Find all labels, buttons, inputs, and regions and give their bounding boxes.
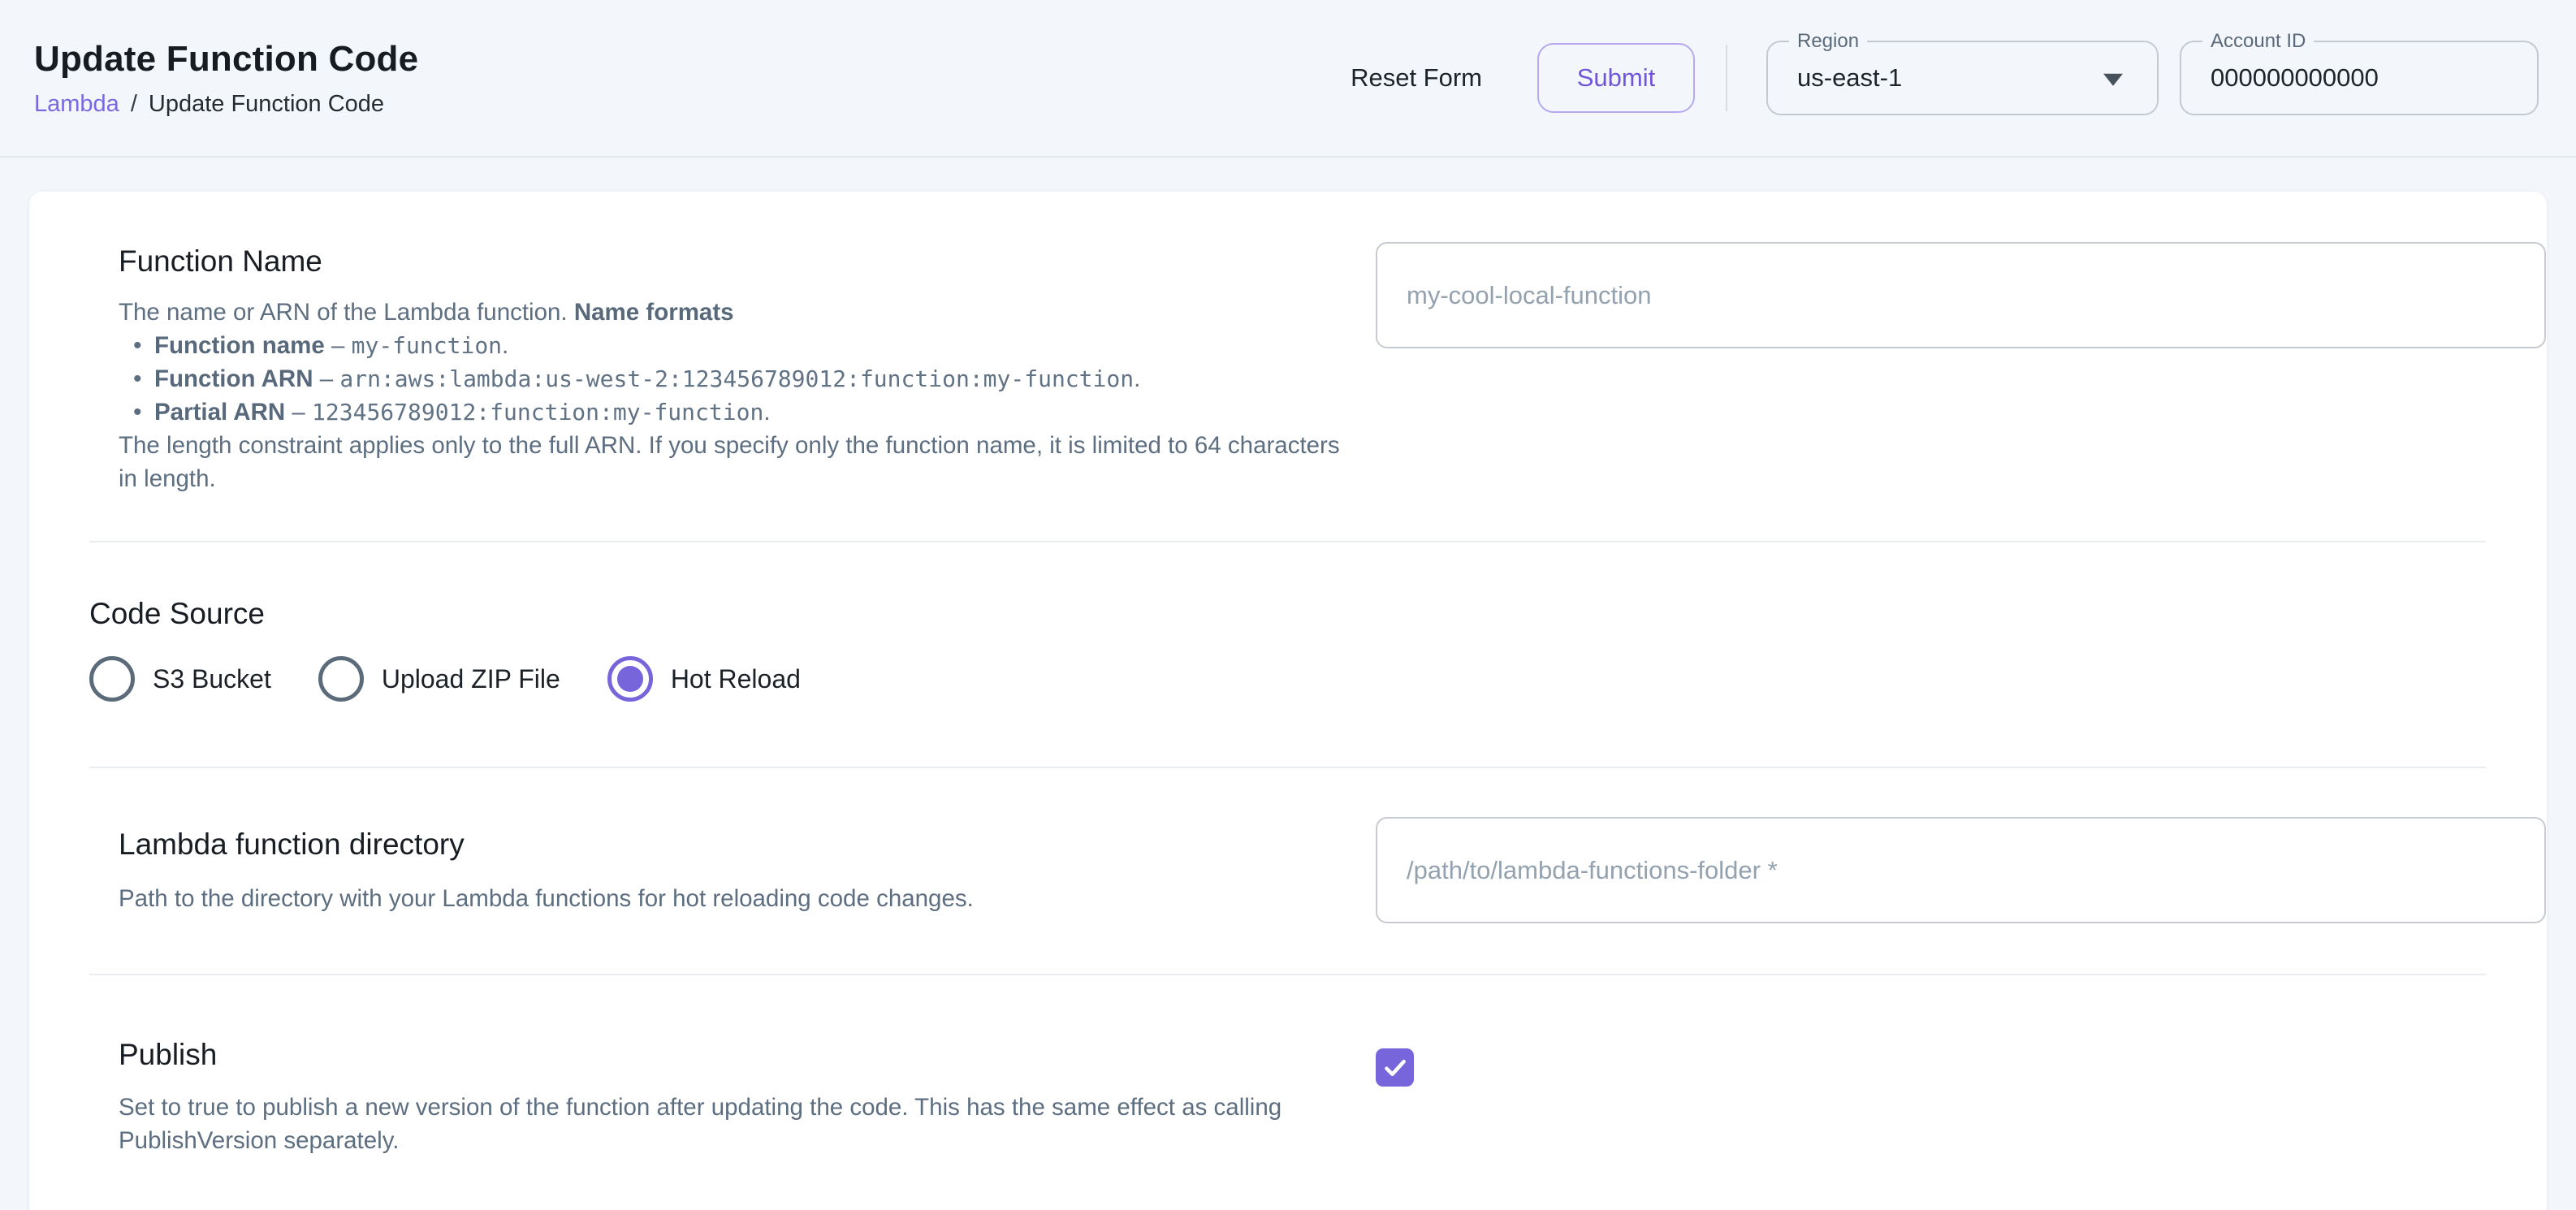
header-actions: Reset Form Submit Region us-east-1 Accou… — [1328, 41, 2539, 115]
radio-option-hot-reload[interactable]: Hot Reload — [607, 656, 801, 702]
radio-option-s3-bucket[interactable]: S3 Bucket — [89, 656, 271, 702]
region-select-label: Region — [1789, 29, 1867, 54]
submit-button[interactable]: Submit — [1537, 43, 1695, 113]
section-function-directory: Lambda function directory Path to the di… — [89, 768, 2486, 974]
region-select[interactable]: Region us-east-1 — [1766, 41, 2159, 115]
list-item: Function ARN – arn:aws:lambda:us-west-2:… — [119, 362, 1356, 395]
section-publish: Publish Set to true to publish a new ver… — [89, 975, 2486, 1157]
chevron-down-icon — [2103, 74, 2123, 86]
region-select-value: us-east-1 — [1768, 63, 1902, 93]
directory-info: Lambda function directory Path to the di… — [89, 817, 1356, 915]
directory-input-col — [1376, 817, 2546, 923]
function-name-intro-bold: Name formats — [574, 299, 734, 326]
main-content: Function Name The name or ARN of the Lam… — [0, 158, 2576, 1210]
radio-option-upload-zip[interactable]: Upload ZIP File — [318, 656, 560, 702]
update-function-code-page: Update Function Code Lambda / Update Fun… — [0, 0, 2576, 1210]
code-source-heading: Code Source — [89, 594, 265, 633]
directory-heading: Lambda function directory — [119, 825, 1356, 864]
form-card: Function Name The name or ARN of the Lam… — [29, 192, 2547, 1210]
account-id-input[interactable] — [2181, 63, 2537, 93]
directory-input[interactable] — [1376, 817, 2546, 923]
function-name-outro: The length constraint applies only to th… — [119, 432, 1340, 492]
check-icon — [1381, 1054, 1409, 1082]
page-title: Update Function Code — [34, 39, 418, 80]
code-source-radio-group: S3 Bucket Upload ZIP File Hot Reload — [89, 656, 848, 702]
function-name-description: The name or ARN of the Lambda function. … — [119, 296, 1356, 495]
publish-checkbox-col — [1376, 1035, 2486, 1087]
list-item: Function name – my-function. — [119, 329, 1356, 362]
title-block: Update Function Code Lambda / Update Fun… — [34, 39, 418, 118]
breadcrumb-link-lambda[interactable]: Lambda — [34, 91, 119, 118]
radio-icon — [607, 656, 653, 702]
function-name-intro: The name or ARN of the Lambda function. — [119, 299, 574, 326]
function-name-heading: Function Name — [119, 242, 1356, 281]
publish-heading: Publish — [119, 1035, 1356, 1074]
account-id-fieldset: Account ID — [2180, 41, 2539, 115]
function-name-input[interactable] — [1376, 242, 2546, 348]
radio-icon — [318, 656, 364, 702]
header-vertical-divider — [1726, 45, 1727, 111]
section-code-source: Code Source S3 Bucket Upload ZIP File Ho… — [89, 542, 2486, 767]
breadcrumb-separator: / — [131, 91, 137, 118]
account-id-label: Account ID — [2202, 29, 2314, 54]
publish-checkbox[interactable] — [1376, 1048, 1414, 1087]
breadcrumb-current: Update Function Code — [149, 91, 384, 118]
breadcrumb: Lambda / Update Function Code — [34, 91, 418, 118]
publish-description: Set to true to publish a new version of … — [119, 1091, 1356, 1157]
name-format-list: Function name – my-function. Function AR… — [119, 329, 1356, 429]
section-function-name: Function Name The name or ARN of the Lam… — [89, 242, 2486, 541]
directory-description: Path to the directory with your Lambda f… — [119, 882, 1356, 915]
page-header: Update Function Code Lambda / Update Fun… — [0, 0, 2576, 158]
function-name-input-col — [1376, 242, 2546, 348]
function-name-info: Function Name The name or ARN of the Lam… — [89, 242, 1356, 495]
list-item: Partial ARN – 123456789012:function:my-f… — [119, 395, 1356, 429]
reset-form-button[interactable]: Reset Form — [1328, 47, 1505, 109]
publish-info: Publish Set to true to publish a new ver… — [89, 1035, 1356, 1157]
radio-icon — [89, 656, 135, 702]
